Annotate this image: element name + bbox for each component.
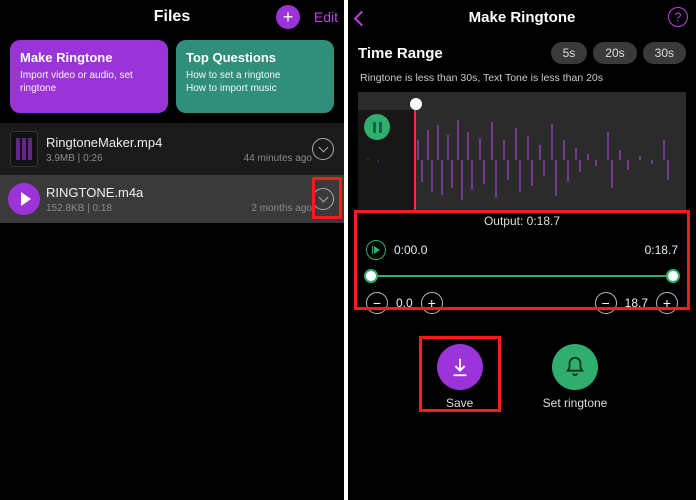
add-button[interactable]: + bbox=[276, 5, 300, 29]
save-label: Save bbox=[446, 396, 473, 410]
card-top-questions[interactable]: Top Questions How to set a ringtone How … bbox=[176, 40, 334, 113]
file-name: RINGTONE.m4a bbox=[46, 185, 312, 200]
pause-icon[interactable] bbox=[364, 114, 390, 140]
save-button[interactable] bbox=[437, 344, 483, 390]
trim-slider[interactable] bbox=[368, 266, 676, 286]
trim-start-time: 0:00.0 bbox=[394, 243, 427, 257]
file-row[interactable]: RingtoneMaker.mp4 3.9MB | 0:26 44 minute… bbox=[0, 123, 344, 175]
download-icon bbox=[449, 356, 471, 378]
set-ringtone-label: Set ringtone bbox=[543, 396, 608, 410]
plus-icon[interactable]: + bbox=[421, 292, 443, 314]
file-row[interactable]: RINGTONE.m4a 152.8KB | 0:18 2 months ago bbox=[0, 175, 344, 223]
trim-panel: 0:00.0 0:18.7 − 0.0 + − 18.7 + bbox=[356, 232, 688, 326]
chevron-down-icon[interactable] bbox=[312, 188, 334, 210]
card-title: Top Questions bbox=[186, 50, 324, 65]
edit-button[interactable]: Edit bbox=[314, 9, 338, 25]
trim-knob-left[interactable] bbox=[364, 269, 378, 283]
trim-knob-right[interactable] bbox=[666, 269, 680, 283]
card-sub: How to set a ringtone How to import musi… bbox=[186, 69, 324, 95]
file-ago: 44 minutes ago bbox=[244, 153, 312, 164]
skip-start-icon[interactable] bbox=[366, 240, 386, 260]
preset-5s[interactable]: 5s bbox=[551, 42, 588, 64]
playhead[interactable] bbox=[414, 110, 416, 210]
preset-30s[interactable]: 30s bbox=[643, 42, 686, 64]
hint-text: Ringtone is less than 30s, Text Tone is … bbox=[348, 68, 696, 92]
set-ringtone-button[interactable] bbox=[552, 344, 598, 390]
minus-icon[interactable]: − bbox=[595, 292, 617, 314]
play-icon[interactable] bbox=[8, 183, 40, 215]
page-title: Make Ringtone bbox=[469, 9, 576, 26]
minus-icon[interactable]: − bbox=[366, 292, 388, 314]
range-handle[interactable] bbox=[410, 98, 422, 110]
card-sub: Import video or audio, set ringtone bbox=[20, 69, 158, 95]
plus-icon[interactable]: + bbox=[656, 292, 678, 314]
card-title: Make Ringtone bbox=[20, 50, 158, 65]
back-icon[interactable] bbox=[356, 8, 367, 29]
files-title: Files bbox=[154, 8, 190, 26]
card-make-ringtone[interactable]: Make Ringtone Import video or audio, set… bbox=[10, 40, 168, 113]
file-name: RingtoneMaker.mp4 bbox=[46, 135, 312, 150]
preset-20s[interactable]: 20s bbox=[593, 42, 636, 64]
trim-end-time: 0:18.7 bbox=[645, 243, 678, 257]
output-text: Output: 0:18.7 bbox=[348, 210, 696, 230]
trim-end-val: 18.7 bbox=[625, 296, 648, 310]
time-range-label: Time Range bbox=[358, 45, 545, 62]
video-thumb-icon bbox=[10, 131, 38, 167]
help-icon[interactable]: ? bbox=[668, 7, 688, 27]
file-meta: 3.9MB | 0:26 bbox=[46, 153, 103, 164]
file-meta: 152.8KB | 0:18 bbox=[46, 203, 112, 214]
waveform[interactable] bbox=[358, 92, 686, 210]
chevron-down-icon[interactable] bbox=[312, 138, 334, 160]
trim-start-val: 0.0 bbox=[396, 296, 413, 310]
bell-icon bbox=[564, 356, 586, 378]
file-ago: 2 months ago bbox=[251, 203, 312, 214]
